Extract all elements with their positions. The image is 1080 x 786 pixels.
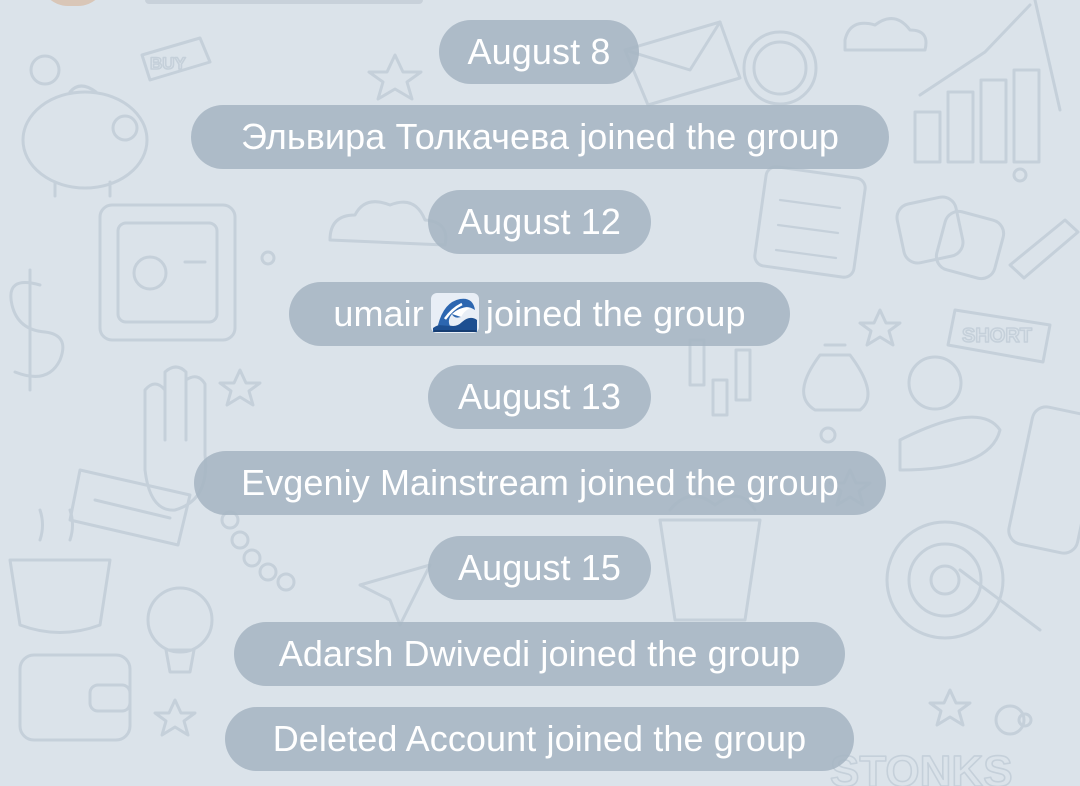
date-label: August 8 <box>467 31 611 72</box>
service-message: Эльвира Толкачева joined the group <box>191 105 889 169</box>
service-message: umair joined the group <box>289 282 790 346</box>
service-message-text: Evgeniy Mainstream joined the group <box>241 462 839 503</box>
date-label: August 13 <box>457 376 622 417</box>
date-separator: August 15 <box>428 536 651 600</box>
date-label: August 12 <box>457 201 622 242</box>
member-name[interactable]: umair <box>333 293 424 334</box>
date-separator: August 8 <box>439 20 639 84</box>
wave-icon <box>430 293 479 333</box>
date-separator: August 12 <box>428 190 651 254</box>
service-message-text: Эльвира Толкачева joined the group <box>240 116 840 157</box>
service-message: Adarsh Dwivedi joined the group <box>234 622 845 686</box>
date-label: August 15 <box>457 547 622 588</box>
message-feed[interactable]: August 8 Эльвира Толкачева joined the gr… <box>0 0 1080 786</box>
service-message: Deleted Account joined the group <box>225 707 854 771</box>
service-message-text: Deleted Account joined the group <box>272 718 807 759</box>
service-message-text: Adarsh Dwivedi joined the group <box>278 633 801 674</box>
service-message-text: joined the group <box>485 293 746 334</box>
date-separator: August 13 <box>428 365 651 429</box>
service-message: Evgeniy Mainstream joined the group <box>194 451 886 515</box>
